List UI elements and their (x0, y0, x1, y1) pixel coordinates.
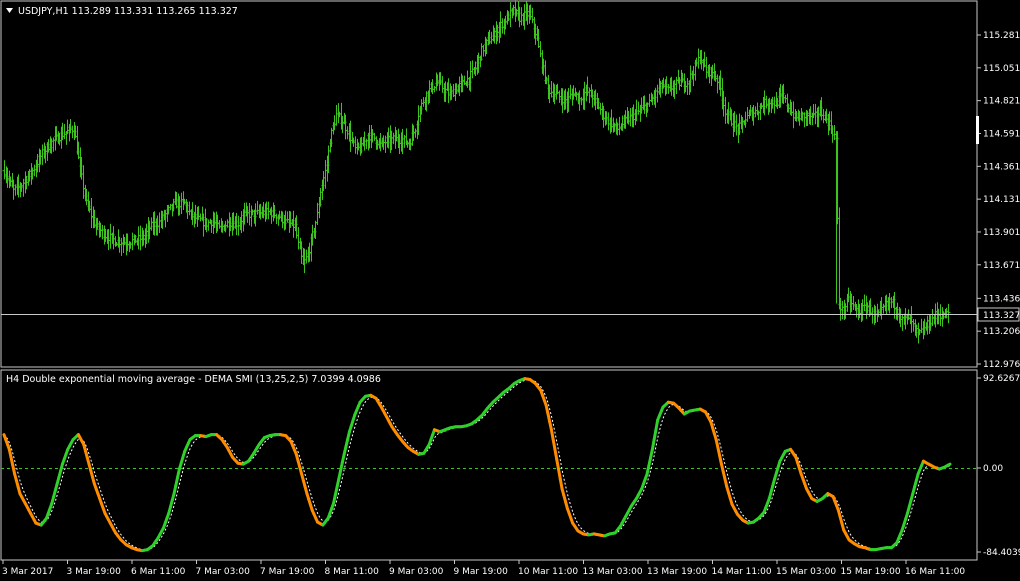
time-label: 9 Mar 19:00 (454, 567, 509, 577)
price-label: 114.131 (983, 195, 1020, 205)
time-label: 14 Mar 11:00 (712, 567, 772, 577)
time-label: 16 Mar 11:00 (905, 567, 965, 577)
time-label: 8 Mar 11:00 (325, 567, 380, 577)
price-label: 113.901 (983, 228, 1020, 238)
time-label: 10 Mar 11:00 (518, 567, 578, 577)
chart-background (0, 0, 1020, 581)
price-label: 115.281 (983, 31, 1020, 41)
time-label: 3 Mar 19:00 (67, 567, 122, 577)
time-label: 15 Mar 19:00 (841, 567, 901, 577)
indicator-max-label: 92.6267 (983, 374, 1020, 384)
price-label: 112.976 (983, 360, 1020, 370)
price-label: 114.821 (983, 97, 1020, 107)
time-label: 9 Mar 03:00 (389, 567, 444, 577)
price-label: 115.051 (983, 64, 1020, 74)
chart-window[interactable]: USDJPY,H1 113.289 113.331 113.265 113.32… (0, 0, 1020, 581)
price-label: 113.206 (983, 327, 1020, 337)
current-price-label: 113.327 (983, 311, 1020, 321)
time-label: 15 Mar 03:00 (776, 567, 836, 577)
time-label: 6 Mar 11:00 (131, 567, 186, 577)
indicator-zero-label: 0.00 (983, 464, 1003, 474)
time-label: 3 Mar 2017 (2, 567, 53, 577)
time-label: 13 Mar 03:00 (583, 567, 643, 577)
smi-segment (946, 462, 952, 467)
main-panel-title: USDJPY,H1 113.289 113.331 113.265 113.32… (18, 6, 238, 17)
scroll-marker[interactable] (976, 116, 979, 144)
time-label: 7 Mar 03:00 (196, 567, 251, 577)
indicator-panel-title: H4 Double exponential moving average - D… (6, 374, 381, 385)
indicator-min-label: -84.4039 (983, 548, 1020, 558)
current-price-tag: 113.327 (977, 307, 1020, 322)
price-label: 113.671 (983, 261, 1020, 271)
time-label: 13 Mar 19:00 (647, 567, 707, 577)
price-label: 114.591 (983, 129, 1020, 139)
time-label: 7 Mar 19:00 (260, 567, 315, 577)
price-label: 114.361 (983, 162, 1020, 172)
price-label: 113.436 (983, 294, 1020, 304)
